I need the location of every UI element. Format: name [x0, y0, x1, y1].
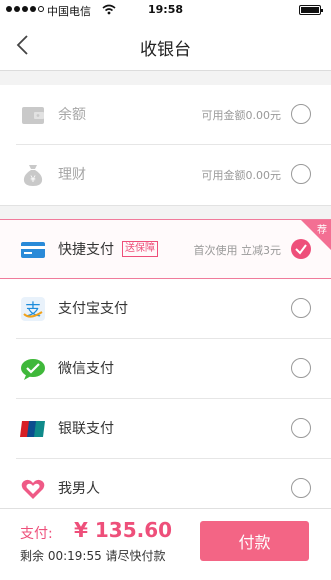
money-bag-icon: ¥ [23, 165, 43, 186]
payment-footer: 支付: ¥ 135.60 剩余 00:19:55 请尽快付款 付款 [0, 508, 331, 580]
heart-pay-label: 我男人 [58, 481, 100, 497]
unionpay-label: 银联支付 [58, 421, 114, 437]
quick-pay-promo: 首次使用 立减3元 [193, 244, 282, 257]
wealth-row[interactable]: ¥ 理财 可用金额0.00元 [0, 145, 331, 205]
countdown-text: 剩余 00:19:55 请尽快付款 [20, 549, 166, 563]
wechat-row[interactable]: 微信支付 [0, 339, 331, 399]
wechat-radio[interactable] [291, 358, 311, 378]
wealth-label: 理财 [58, 167, 86, 183]
svg-text:¥: ¥ [30, 175, 36, 185]
alipay-label: 支付宝支付 [58, 301, 128, 317]
balance-radio[interactable] [291, 104, 311, 124]
unionpay-row[interactable]: 银联支付 [0, 399, 331, 459]
balance-row[interactable]: 余额 可用金额0.00元 [0, 85, 331, 145]
section-gap [0, 205, 331, 220]
section-gap [0, 71, 331, 86]
battery-icon [299, 5, 323, 15]
quick-pay-row[interactable]: 快捷支付 送保障 首次使用 立减3元 荐 [0, 219, 331, 279]
pay-button[interactable]: 付款 [200, 521, 309, 561]
status-bar: 中国电信 19:58 [0, 0, 331, 20]
alipay-row[interactable]: 支 支付宝支付 [0, 279, 331, 339]
pay-label: 支付: [20, 526, 53, 542]
nav-bar: 收银台 [0, 20, 331, 71]
heart-pay-radio[interactable] [291, 478, 311, 498]
alipay-icon: 支 [21, 297, 45, 321]
wealth-available: 可用金额0.00元 [201, 169, 282, 182]
pay-amount: ¥ 135.60 [74, 518, 173, 542]
card-icon [21, 242, 45, 258]
unionpay-icon [20, 421, 45, 437]
wechat-icon [21, 359, 45, 380]
unionpay-radio[interactable] [291, 418, 311, 438]
heart-icon [21, 479, 45, 499]
recommend-badge: 荐 [317, 225, 327, 236]
status-time: 19:58 [147, 3, 183, 16]
guarantee-tag: 送保障 [122, 241, 158, 257]
balance-label: 余额 [58, 107, 86, 123]
wechat-label: 微信支付 [58, 361, 114, 377]
balance-available: 可用金额0.00元 [201, 109, 282, 122]
wallet-icon [22, 107, 44, 124]
alipay-radio[interactable] [291, 298, 311, 318]
quick-pay-label: 快捷支付 [58, 242, 114, 258]
wealth-radio[interactable] [291, 164, 311, 184]
page-title: 收银台 [140, 40, 191, 60]
